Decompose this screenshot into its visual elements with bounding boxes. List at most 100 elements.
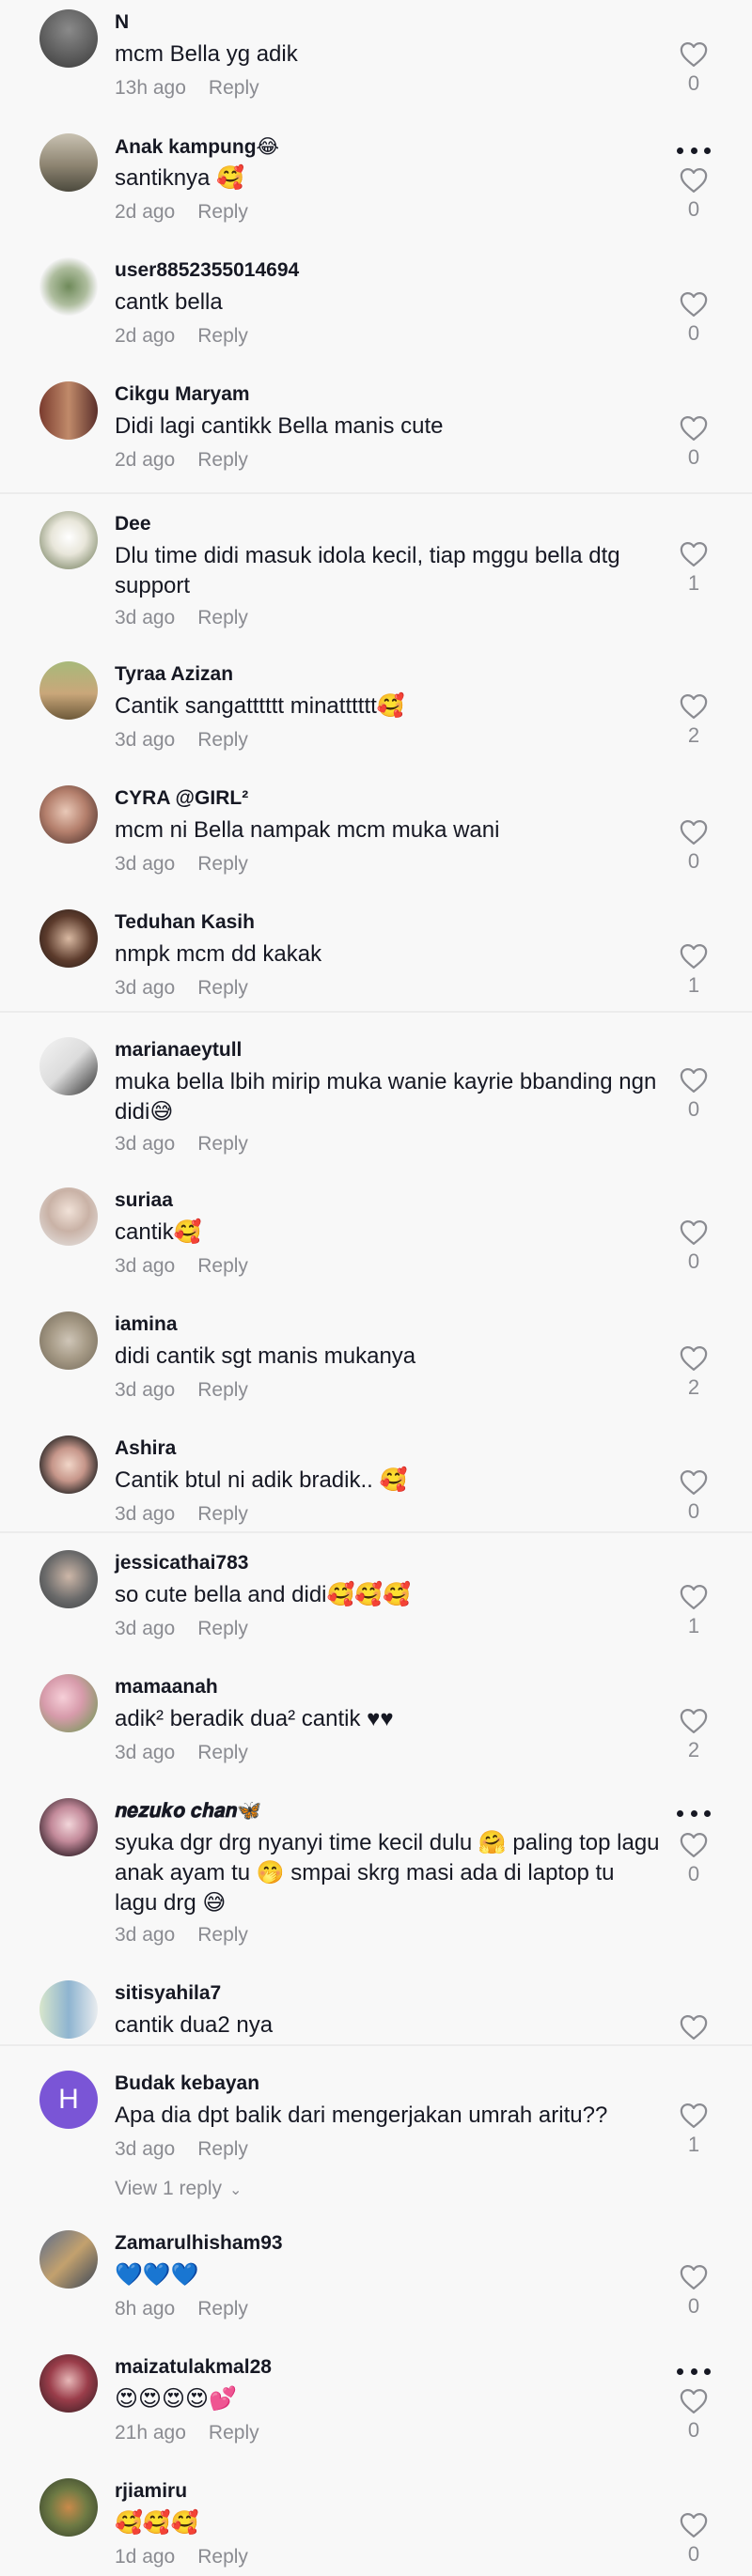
reply-button[interactable]: Reply [197,1618,248,1639]
comment-text: syuka dgr drg nyanyi time kecil dulu 🤗 p… [115,1830,660,1916]
comment-username[interactable]: 𝒏𝒆𝒛𝒖𝒌𝒐 𝒄𝒉𝒂𝒏🦋 [115,1800,261,1823]
like-count: 0 [687,1499,700,1523]
avatar[interactable] [39,1980,98,2039]
reply-button[interactable]: Reply [197,1379,248,1401]
comment-username[interactable]: marianaeytull [115,1039,242,1062]
comment-text: 😍😍😍😍💕 [115,2386,237,2412]
comment-username[interactable]: Budak kebayan [115,2072,259,2095]
like-button[interactable]: 0 [673,1832,714,1886]
reply-button[interactable]: Reply [197,201,248,223]
avatar[interactable]: H [39,2071,98,2129]
avatar[interactable] [39,909,98,968]
comment-username[interactable]: rjiamiru [115,2480,187,2503]
avatar[interactable] [39,511,98,569]
like-button[interactable]: 0 [673,415,714,470]
comment-meta: 2d ago Reply [115,201,248,224]
reply-button[interactable]: Reply [197,1924,248,1946]
view-replies-button[interactable]: View 1 reply ⌄ [115,2178,242,2200]
avatar[interactable] [39,381,98,440]
avatar[interactable] [39,2478,98,2537]
reply-button[interactable]: Reply [197,1255,248,1277]
reply-button[interactable]: Reply [197,853,248,875]
like-button[interactable] [673,2014,714,2041]
like-button[interactable]: 0 [673,1067,714,1122]
comment-timestamp: 3d ago [115,2138,176,2160]
avatar[interactable] [39,1187,98,1246]
like-button[interactable]: 2 [673,1708,714,1762]
more-options-icon[interactable] [677,147,711,154]
reply-button[interactable]: Reply [197,2138,248,2160]
like-button[interactable]: 0 [673,1219,714,1274]
like-button[interactable]: 0 [673,2264,714,2319]
comment-username[interactable]: Anak kampung😂 [115,135,279,159]
avatar[interactable] [39,2230,98,2289]
reply-button[interactable]: Reply [197,1742,248,1763]
comment-meta: 8h ago Reply [115,2298,248,2320]
comment-username[interactable]: suriaa [115,1189,173,1212]
comment-timestamp: 13h ago [115,77,186,99]
avatar[interactable] [39,1311,98,1370]
heart-icon [680,694,708,719]
comment-text: cantik🥰 [115,1219,202,1245]
avatar[interactable] [39,1037,98,1095]
reply-button[interactable]: Reply [209,2422,259,2444]
like-button[interactable]: 0 [673,1469,714,1524]
comment-username[interactable]: mamaanah [115,1676,218,1699]
avatar[interactable] [39,1435,98,1494]
like-button[interactable]: 0 [673,2388,714,2443]
reply-button[interactable]: Reply [197,729,248,751]
reply-button[interactable]: Reply [197,325,248,347]
comment-username[interactable]: Teduhan Kasih [115,911,255,934]
like-button[interactable]: 0 [673,819,714,874]
comment-username[interactable]: maizatulakmal28 [115,2356,272,2379]
avatar[interactable] [39,9,98,68]
reply-button[interactable]: Reply [197,2298,248,2320]
chevron-down-icon: ⌄ [229,2182,243,2198]
like-button[interactable]: 0 [673,291,714,346]
reply-button[interactable]: Reply [197,2546,248,2568]
avatar[interactable] [39,1550,98,1608]
avatar[interactable] [39,1798,98,1856]
comment-timestamp: 3d ago [115,607,176,628]
reply-button[interactable]: Reply [197,449,248,471]
like-button[interactable]: 1 [673,541,714,596]
comment-username[interactable]: Tyraa Azizan [115,663,233,686]
comment-username[interactable]: Ashira [115,1437,176,1460]
reply-button[interactable]: Reply [209,77,259,99]
avatar[interactable] [39,2354,98,2413]
more-options-icon[interactable] [677,2367,711,2375]
comment-username[interactable]: jessicathai783 [115,1552,248,1575]
avatar[interactable] [39,1674,98,1732]
like-button[interactable]: 2 [673,693,714,748]
avatar[interactable] [39,785,98,844]
comment-username[interactable]: CYRA @GIRL² [115,787,248,810]
like-button[interactable]: 1 [673,1584,714,1638]
comment-username[interactable]: Zamarulhisham93 [115,2232,283,2255]
like-button[interactable]: 1 [673,2103,714,2157]
reply-button[interactable]: Reply [197,977,248,999]
heart-icon [680,820,708,845]
comment-username[interactable]: sitisyahila7 [115,1982,221,2005]
more-options-icon[interactable] [677,1809,711,1817]
comment-username[interactable]: user8852355014694 [115,259,299,282]
like-count: 0 [687,445,700,469]
heart-icon [680,1470,708,1495]
like-button[interactable]: 0 [673,2512,714,2567]
comment-text: mcm ni Bella nampak mcm muka wani [115,817,500,843]
reply-button[interactable]: Reply [197,1503,248,1525]
like-button[interactable]: 0 [673,167,714,222]
like-button[interactable]: 1 [673,943,714,998]
heart-icon [680,2389,708,2413]
reply-button[interactable]: Reply [197,607,248,628]
like-button[interactable]: 0 [673,41,714,96]
comment-username[interactable]: Cikgu Maryam [115,383,250,406]
like-button[interactable]: 2 [673,1345,714,1400]
comment-username[interactable]: Dee [115,513,151,535]
avatar[interactable] [39,661,98,720]
reply-button[interactable]: Reply [197,1133,248,1155]
comment-username[interactable]: iamina [115,1313,178,1336]
comment-username[interactable]: N [115,11,129,34]
comment-meta: 3d ago Reply [115,1924,248,1947]
avatar[interactable] [39,133,98,192]
avatar[interactable] [39,257,98,316]
